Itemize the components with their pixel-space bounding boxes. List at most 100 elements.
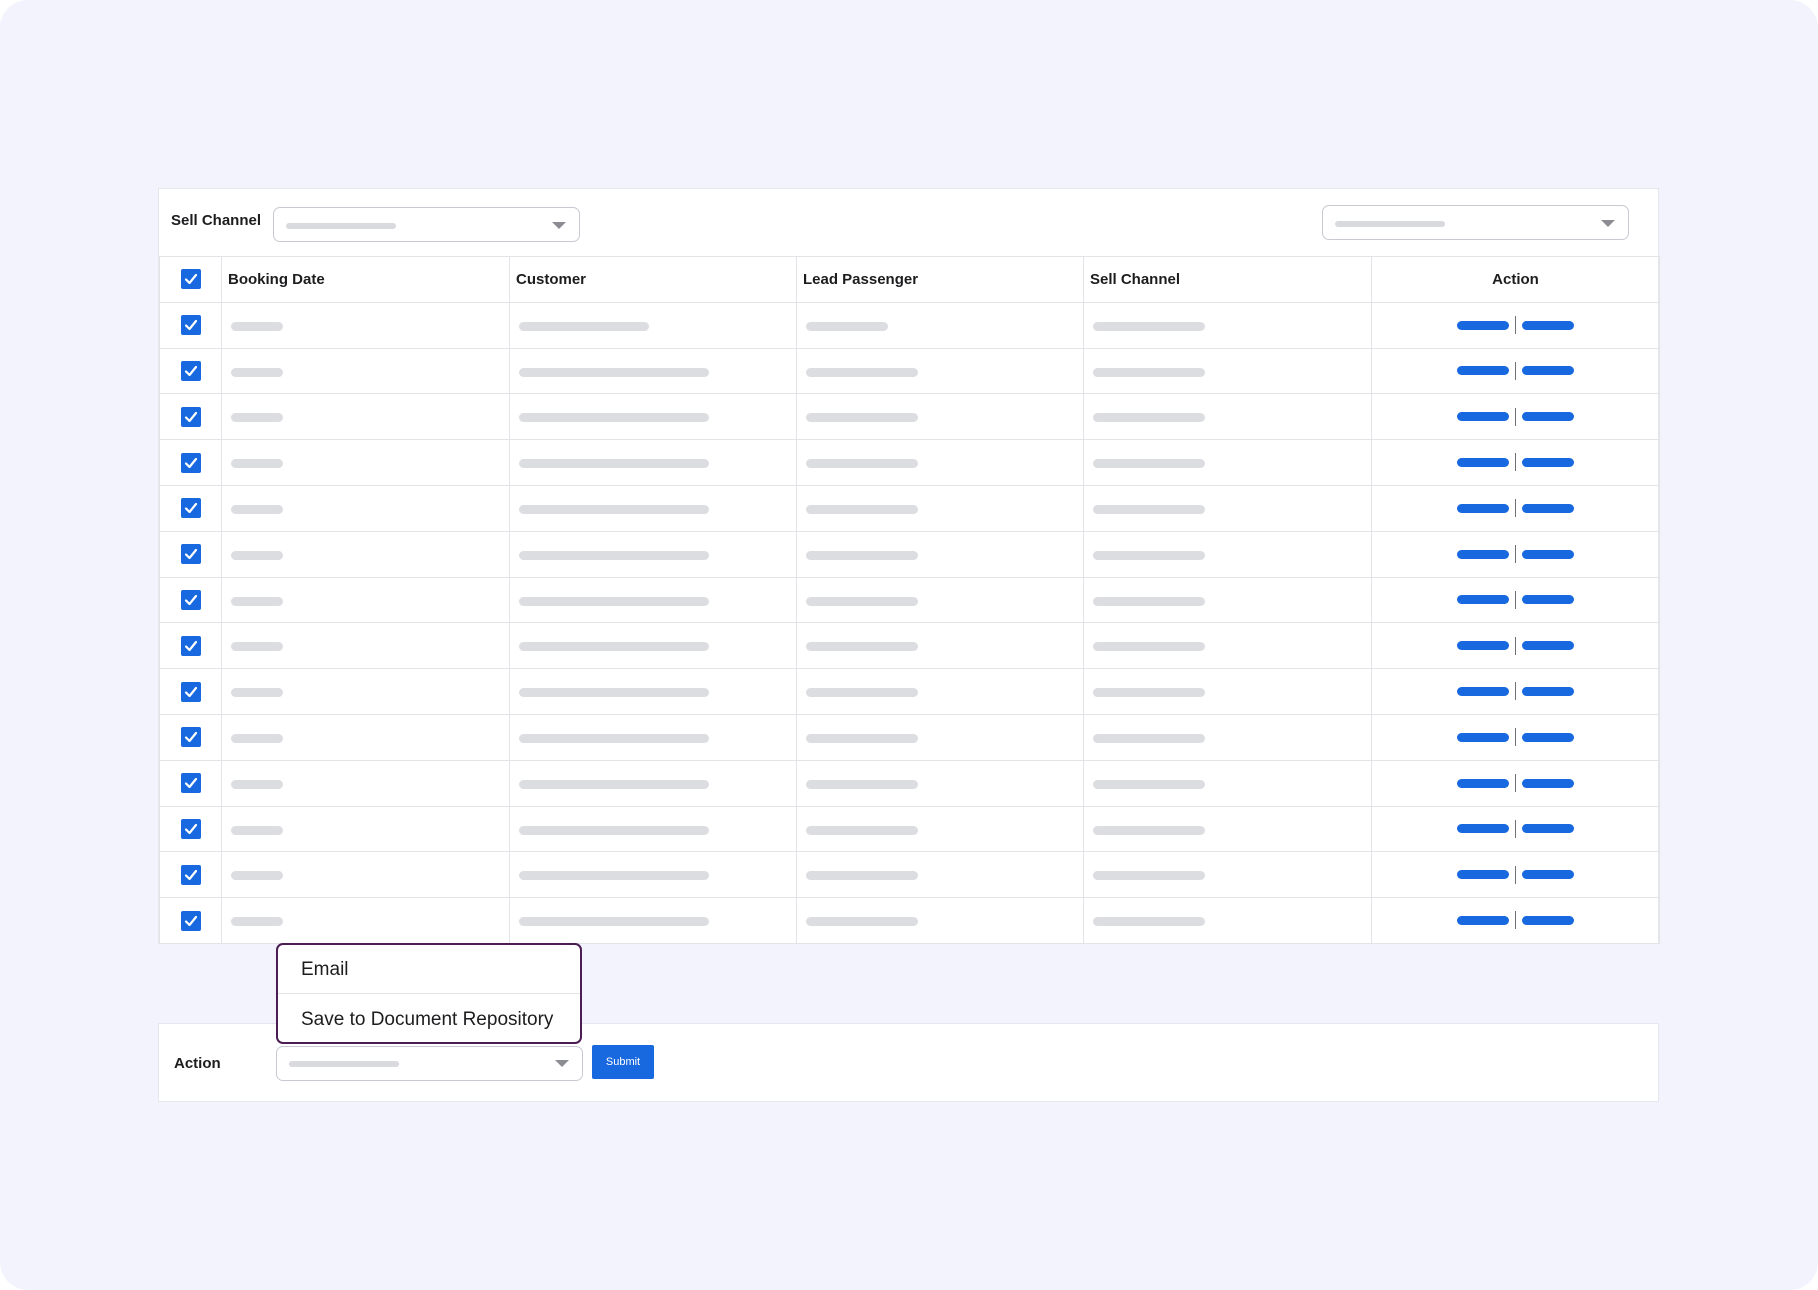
table-row[interactable]: [159, 622, 1660, 670]
row-select-cell: [159, 897, 222, 944]
menu-item-email[interactable]: Email: [278, 945, 580, 994]
row-action-link[interactable]: [1457, 778, 1509, 788]
row-action-link[interactable]: [1522, 824, 1574, 834]
action-separator: [1515, 361, 1516, 380]
select-placeholder: [1335, 221, 1445, 227]
select-all-checkbox[interactable]: [180, 269, 201, 290]
row-checkbox[interactable]: [180, 818, 201, 839]
row-checkbox[interactable]: [180, 498, 201, 519]
row-checkbox[interactable]: [180, 727, 201, 748]
sell-channel-cell: [1083, 393, 1372, 441]
row-action-link[interactable]: [1457, 549, 1509, 559]
row-action-link[interactable]: [1522, 503, 1574, 513]
row-action-link[interactable]: [1457, 320, 1509, 330]
row-checkbox[interactable]: [180, 864, 201, 885]
row-action-link[interactable]: [1457, 732, 1509, 742]
row-action-link[interactable]: [1522, 595, 1574, 605]
row-action-link[interactable]: [1522, 686, 1574, 696]
table-row[interactable]: [159, 668, 1660, 715]
skeleton-line: [231, 321, 283, 331]
row-action-link[interactable]: [1522, 778, 1574, 788]
table-row[interactable]: [159, 484, 1660, 532]
column-header-lead-passenger[interactable]: Lead Passenger: [796, 256, 1084, 303]
row-select-cell: [159, 484, 222, 532]
row-action-link[interactable]: [1522, 870, 1574, 880]
menu-item-save-to-document-repository[interactable]: Save to Document Repository: [278, 995, 580, 1044]
table-row[interactable]: [159, 851, 1660, 899]
row-select-cell: [159, 668, 222, 715]
skeleton-line: [1093, 733, 1205, 743]
row-action-link[interactable]: [1522, 732, 1574, 742]
row-checkbox[interactable]: [180, 406, 201, 427]
skeleton-line: [231, 733, 283, 743]
booking-date-cell: [221, 897, 510, 944]
row-checkbox[interactable]: [180, 635, 201, 656]
row-action-link[interactable]: [1457, 686, 1509, 696]
row-action-link[interactable]: [1457, 412, 1509, 422]
skeleton-line: [1093, 779, 1205, 789]
row-action-link[interactable]: [1457, 870, 1509, 880]
column-header-action: Action: [1371, 256, 1660, 303]
table-row[interactable]: [159, 530, 1660, 578]
row-checkbox[interactable]: [180, 544, 201, 565]
row-action-link[interactable]: [1522, 320, 1574, 330]
sell-channel-select[interactable]: [273, 207, 580, 242]
filter-bar: Sell Channel: [159, 189, 1658, 257]
row-action-link[interactable]: [1457, 366, 1509, 376]
table-row[interactable]: [159, 393, 1660, 441]
row-checkbox[interactable]: [180, 452, 201, 473]
column-header-sell-channel[interactable]: Sell Channel: [1083, 256, 1372, 303]
row-action-link[interactable]: [1522, 366, 1574, 376]
table-row[interactable]: [159, 301, 1660, 349]
row-checkbox[interactable]: [180, 910, 201, 931]
row-action-link[interactable]: [1522, 641, 1574, 651]
row-action-link[interactable]: [1457, 503, 1509, 513]
action-dropdown-menu: Email Save to Document Repository: [276, 943, 582, 1044]
row-action-link[interactable]: [1522, 457, 1574, 467]
table-row[interactable]: [159, 897, 1660, 944]
row-checkbox[interactable]: [180, 681, 201, 702]
row-action-link[interactable]: [1522, 412, 1574, 422]
row-action-link[interactable]: [1457, 457, 1509, 467]
table-row[interactable]: [159, 713, 1660, 761]
sell-channel-cell: [1083, 530, 1372, 578]
booking-date-cell: [221, 622, 510, 670]
booking-date-cell: [221, 713, 510, 761]
customer-cell: [509, 439, 797, 486]
customer-cell: [509, 622, 797, 670]
action-separator: [1515, 819, 1516, 838]
action-select[interactable]: [276, 1046, 583, 1081]
row-checkbox[interactable]: [180, 773, 201, 794]
row-action-link[interactable]: [1457, 915, 1509, 925]
row-action-link[interactable]: [1457, 641, 1509, 651]
row-checkbox[interactable]: [180, 360, 201, 381]
row-action-link[interactable]: [1457, 595, 1509, 605]
check-icon: [184, 640, 197, 651]
check-icon: [184, 274, 197, 285]
table-row[interactable]: [159, 759, 1660, 807]
check-icon: [184, 686, 197, 697]
check-icon: [184, 365, 197, 377]
lead-passenger-cell: [796, 805, 1084, 853]
booking-date-cell: [221, 347, 510, 395]
submit-button[interactable]: Submit: [592, 1045, 654, 1079]
check-icon: [184, 915, 197, 926]
secondary-filter-select[interactable]: [1322, 205, 1629, 240]
row-checkbox[interactable]: [180, 589, 201, 610]
row-action-link[interactable]: [1522, 549, 1574, 559]
column-header-customer[interactable]: Customer: [509, 256, 797, 303]
sell-channel-cell: [1083, 805, 1372, 853]
check-icon: [184, 823, 197, 835]
column-header-booking-date[interactable]: Booking Date: [221, 256, 510, 303]
row-action-link[interactable]: [1457, 824, 1509, 834]
table-row[interactable]: [159, 576, 1660, 624]
row-action-link[interactable]: [1522, 915, 1574, 925]
table-row[interactable]: [159, 439, 1660, 486]
skeleton-line: [231, 596, 283, 606]
table-row[interactable]: [159, 347, 1660, 395]
skeleton-line: [519, 871, 709, 881]
select-placeholder: [289, 1061, 399, 1067]
skeleton-line: [231, 871, 283, 881]
row-checkbox[interactable]: [180, 315, 201, 336]
table-row[interactable]: [159, 805, 1660, 853]
